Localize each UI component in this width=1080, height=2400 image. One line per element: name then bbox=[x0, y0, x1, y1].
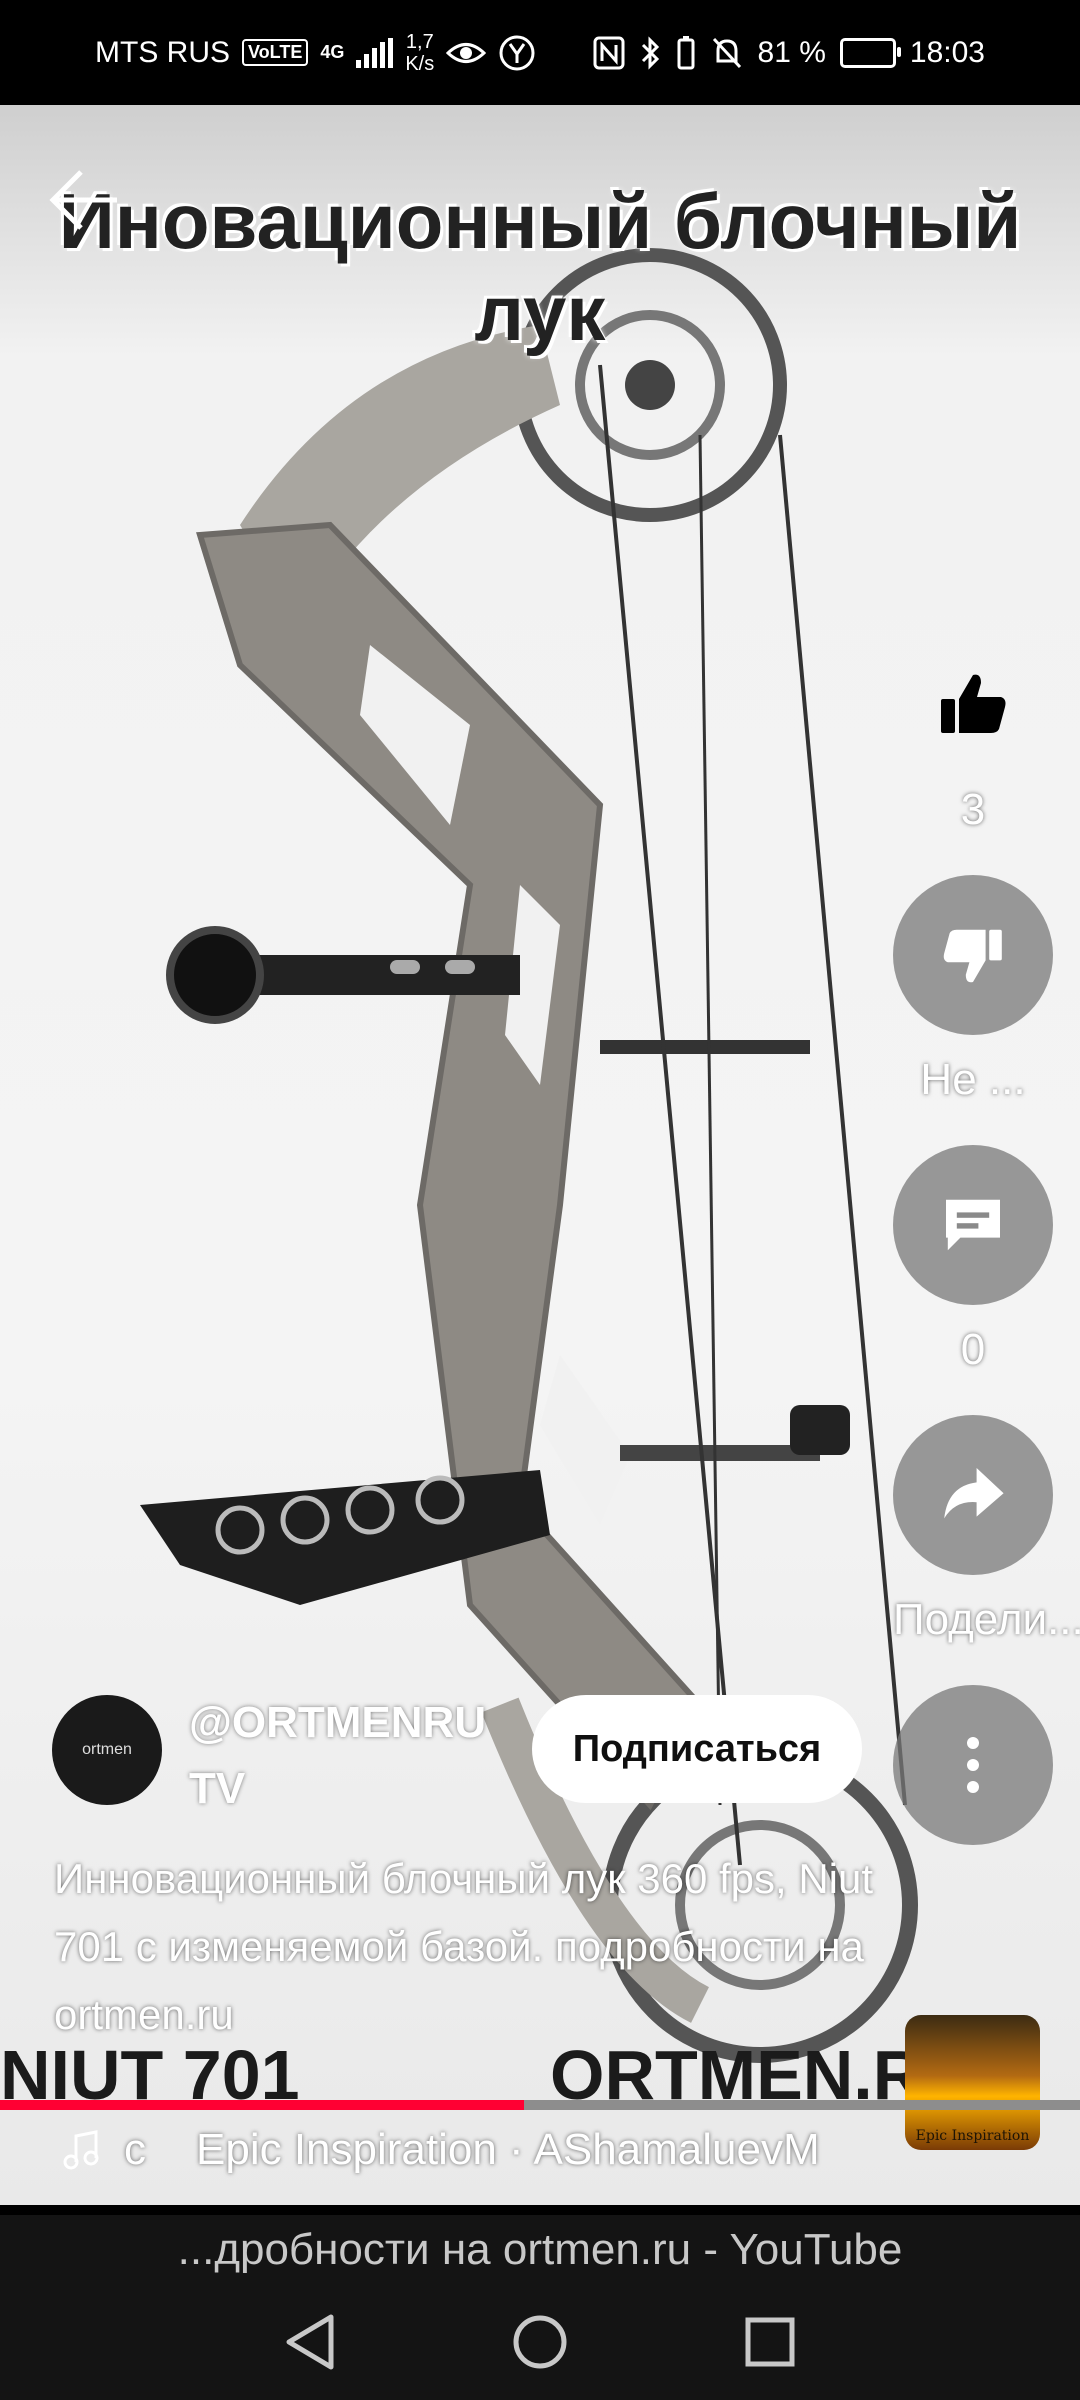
dislike-label: Не ... bbox=[920, 1055, 1026, 1104]
battery-icon bbox=[839, 37, 901, 68]
channel-avatar[interactable]: ortmen bbox=[52, 1695, 162, 1805]
action-column: 3 Не ... 0 Подели... bbox=[893, 625, 1080, 1845]
clock: 18:03 bbox=[909, 35, 985, 69]
video-description[interactable]: Инновационный блочный лук 360 fps, Niut … bbox=[54, 1845, 884, 2049]
more-vertical-icon bbox=[967, 1737, 979, 1793]
system-nav-bar bbox=[0, 2285, 1080, 2400]
browser-url-title[interactable]: ...дробности на ortmen.ru - YouTube bbox=[0, 2215, 1080, 2285]
like-count: 3 bbox=[960, 785, 986, 834]
comment-button[interactable] bbox=[893, 1145, 1053, 1305]
status-right: 81 % 18:03 bbox=[592, 0, 985, 105]
dislike-button[interactable] bbox=[893, 875, 1053, 1035]
status-left: MTS RUS VoLTE 4G 1,7 K/s bbox=[95, 0, 536, 105]
progress-bar[interactable] bbox=[0, 2100, 1080, 2110]
share-label: Подели... bbox=[893, 1595, 1080, 1644]
channel-row: ortmen @ORTMENRU TV Подписаться bbox=[52, 1695, 872, 1815]
like-button[interactable] bbox=[893, 625, 1053, 785]
thumbs-up-icon bbox=[941, 674, 1006, 733]
eye-icon bbox=[446, 42, 487, 63]
battery-saver-icon bbox=[677, 35, 695, 69]
more-button[interactable] bbox=[893, 1685, 1053, 1845]
signal-icon bbox=[356, 37, 394, 68]
net-speed-unit: K/s bbox=[405, 52, 435, 75]
yandex-icon bbox=[499, 35, 535, 70]
net-speed-value: 1,7 bbox=[405, 30, 434, 53]
network-type: 4G bbox=[320, 42, 345, 62]
channel-name[interactable]: @ORTMENRU TV bbox=[189, 1690, 519, 1822]
comment-icon bbox=[946, 1199, 1000, 1251]
recents-nav-icon[interactable] bbox=[735, 2307, 805, 2377]
subscribe-button[interactable]: Подписаться bbox=[532, 1695, 862, 1803]
share-button[interactable] bbox=[893, 1415, 1053, 1575]
arrow-left-icon[interactable] bbox=[45, 160, 125, 240]
share-arrow-icon bbox=[944, 1468, 1004, 1519]
carrier-label: MTS RUS bbox=[95, 35, 230, 69]
nfc-icon bbox=[593, 36, 625, 69]
music-row[interactable]: с Epic Inspiration · AShamaluevM bbox=[60, 2115, 880, 2185]
battery-percent: 81 % bbox=[757, 35, 826, 69]
music-track: Epic Inspiration · AShamaluevM bbox=[196, 2125, 820, 2174]
progress-fill bbox=[0, 2100, 524, 2110]
bluetooth-icon bbox=[641, 35, 659, 70]
video-player[interactable]: Иновационный блочный лук NIUT 701 ORTMEN… bbox=[0, 105, 1080, 2205]
back-nav-icon[interactable] bbox=[275, 2307, 345, 2377]
volte-badge: VoLTE bbox=[242, 39, 309, 66]
music-thumbnail[interactable]: Epic Inspiration bbox=[905, 2015, 1040, 2150]
video-overlay-title: Иновационный блочный лук bbox=[58, 177, 1022, 357]
music-prefix: с bbox=[124, 2125, 146, 2174]
music-thumbnail-label: Epic Inspiration bbox=[915, 2128, 1030, 2144]
home-nav-icon[interactable] bbox=[505, 2307, 575, 2377]
comment-count: 0 bbox=[960, 1325, 986, 1374]
thumbs-down-icon bbox=[943, 929, 1002, 983]
bell-off-icon bbox=[712, 37, 741, 68]
music-note-icon bbox=[63, 2130, 99, 2170]
channel-avatar-text: ortmen bbox=[82, 1741, 132, 1758]
net-speed: 1,7 K/s bbox=[405, 31, 434, 75]
status-bar: MTS RUS VoLTE 4G 1,7 K/s 81 % 18:03 bbox=[0, 0, 1080, 105]
